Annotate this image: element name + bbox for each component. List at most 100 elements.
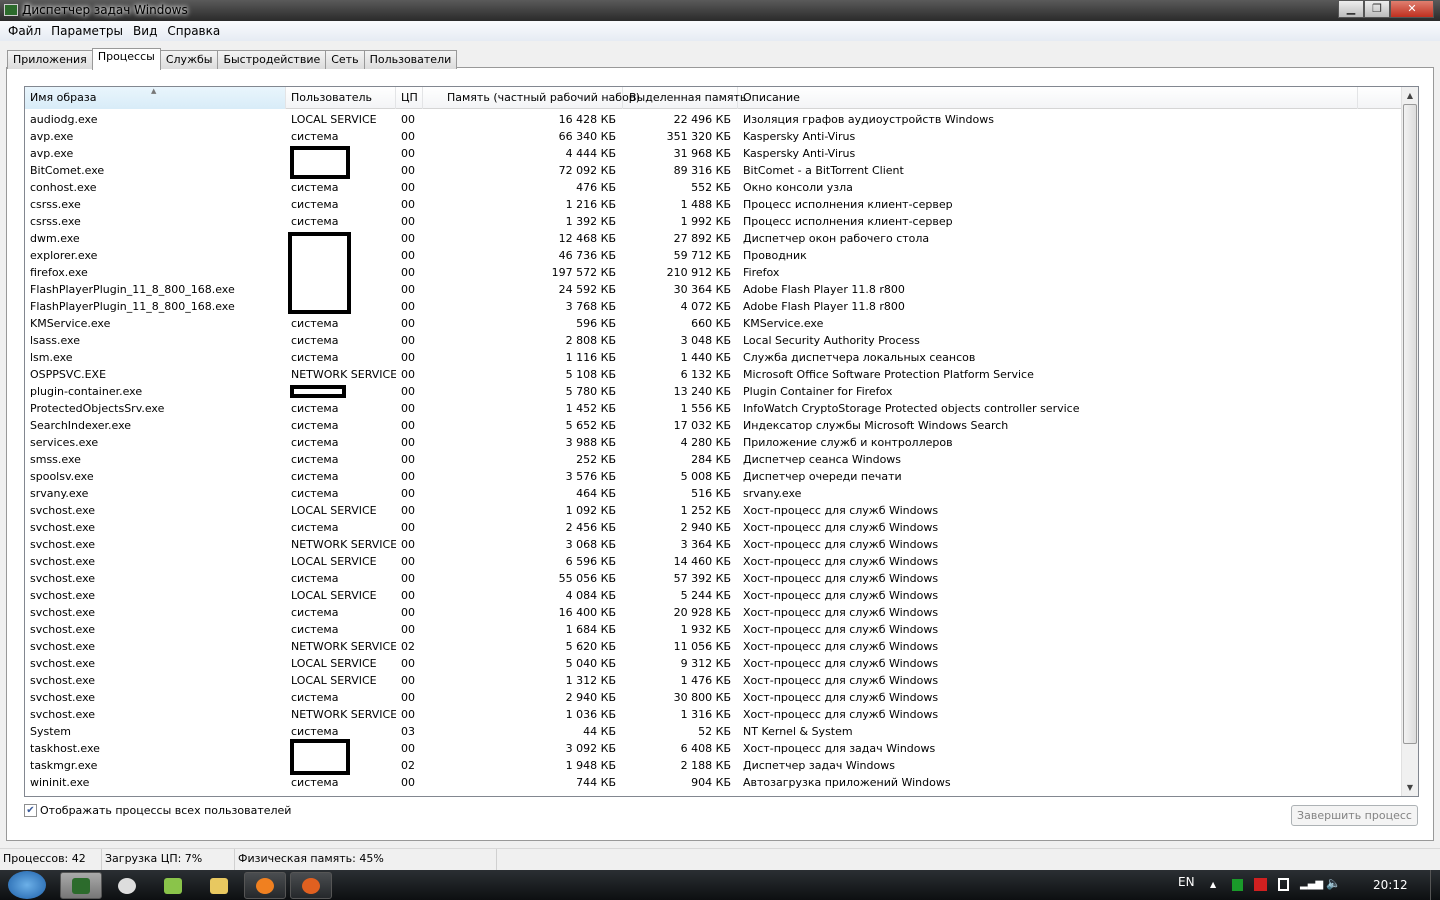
process-user: NETWORK SERVICE bbox=[291, 368, 396, 381]
taskbar-task-manager[interactable] bbox=[60, 872, 102, 899]
table-row[interactable]: svchost.exe система 00 1 684 КБ 1 932 КБ Хост… bbox=[25, 621, 1358, 638]
process-description: Проводник bbox=[743, 249, 807, 262]
show-hidden-icons[interactable]: ▲ bbox=[1210, 880, 1216, 889]
table-row[interactable]: svchost.exe LOCAL SERVICE 00 6 596 КБ 14 460… bbox=[25, 553, 1358, 570]
table-row[interactable]: KMService.exe система 00 596 КБ 660 КБ KMServ… bbox=[25, 315, 1358, 332]
table-row[interactable]: audiodg.exe LOCAL SERVICE 00 16 428 КБ 22 49… bbox=[25, 111, 1358, 128]
process-user: система bbox=[291, 436, 339, 449]
table-row[interactable]: plugin-container.exe 00 5 780 КБ 13 240 КБ P… bbox=[25, 383, 1358, 400]
maximize-button[interactable]: ❐ bbox=[1364, 0, 1390, 18]
table-row[interactable]: SearchIndexer.exe система 00 5 652 КБ 17 032… bbox=[25, 417, 1358, 434]
table-row[interactable]: lsass.exe система 00 2 808 КБ 3 048 КБ Local … bbox=[25, 332, 1358, 349]
table-row[interactable]: wininit.exe система 00 744 КБ 904 КБ Автозагр… bbox=[25, 774, 1358, 791]
table-row[interactable]: OSPPSVC.EXE NETWORK SERVICE 00 5 108 КБ 6 13… bbox=[25, 366, 1358, 383]
process-name: OSPPSVC.EXE bbox=[30, 368, 107, 381]
column-user[interactable]: Пользователь bbox=[286, 87, 396, 109]
table-row[interactable]: svchost.exe система 00 16 400 КБ 20 928 КБ Хо… bbox=[25, 604, 1358, 621]
table-row[interactable]: svchost.exe LOCAL SERVICE 00 1 312 КБ 1 476 … bbox=[25, 672, 1358, 689]
process-user: LOCAL SERVICE bbox=[291, 674, 377, 687]
table-row[interactable]: csrss.exe система 00 1 216 КБ 1 488 КБ Процес… bbox=[25, 196, 1358, 213]
process-description: Хост-процесс для задач Windows bbox=[743, 742, 936, 755]
table-row[interactable]: svchost.exe система 00 2 940 КБ 30 800 КБ Хос… bbox=[25, 689, 1358, 706]
table-row[interactable]: taskhost.exe 00 3 092 КБ 6 408 КБ Хост-проце… bbox=[25, 740, 1358, 757]
table-row[interactable]: svchost.exe система 00 2 456 КБ 2 940 КБ Хост… bbox=[25, 519, 1358, 536]
table-row[interactable]: svchost.exe NETWORK SERVICE 00 3 068 КБ 3 36… bbox=[25, 536, 1358, 553]
table-row[interactable]: lsm.exe система 00 1 116 КБ 1 440 КБ Служба д… bbox=[25, 349, 1358, 366]
table-row[interactable]: svchost.exe система 00 55 056 КБ 57 392 КБ Хо… bbox=[25, 570, 1358, 587]
language-indicator[interactable]: EN bbox=[1178, 875, 1195, 889]
tab-bar: Приложения Процессы Службы Быстродействи… bbox=[7, 48, 458, 70]
process-cpu: 00 bbox=[401, 249, 415, 262]
process-memory: 5 108 КБ bbox=[565, 368, 616, 381]
scroll-thumb[interactable] bbox=[1403, 104, 1417, 744]
start-button[interactable] bbox=[8, 871, 46, 899]
scroll-up-icon[interactable]: ▲ bbox=[1402, 87, 1418, 104]
table-row[interactable]: avp.exe система 00 66 340 КБ 351 320 КБ Kaspe… bbox=[25, 128, 1358, 145]
process-user: система bbox=[291, 181, 339, 194]
table-row[interactable]: srvany.exe система 00 464 КБ 516 КБ srvany.ex… bbox=[25, 485, 1358, 502]
table-row[interactable]: spoolsv.exe система 00 3 576 КБ 5 008 КБ Дисп… bbox=[25, 468, 1358, 485]
table-row[interactable]: avp.exe 00 4 444 КБ 31 968 КБ Kaspersky Anti… bbox=[25, 145, 1358, 162]
close-button[interactable]: ✕ bbox=[1390, 0, 1434, 18]
tab-networking[interactable]: Сеть bbox=[325, 50, 365, 69]
table-row[interactable]: conhost.exe система 00 476 КБ 552 КБ Окно кон… bbox=[25, 179, 1358, 196]
clock[interactable]: 20:12 bbox=[1373, 878, 1408, 892]
table-row[interactable]: ProtectedObjectsSrv.exe система 00 1 452 КБ… bbox=[25, 400, 1358, 417]
menu-view[interactable]: Вид bbox=[128, 21, 162, 41]
power-icon[interactable] bbox=[1278, 878, 1289, 891]
taskbar-bitcomet[interactable] bbox=[244, 872, 286, 899]
tab-performance[interactable]: Быстродействие bbox=[217, 50, 327, 69]
table-row[interactable]: dwm.exe 00 12 468 КБ 27 892 КБ Диспетчер око… bbox=[25, 230, 1358, 247]
table-row[interactable]: csrss.exe система 00 1 392 КБ 1 992 КБ Процес… bbox=[25, 213, 1358, 230]
table-row[interactable]: explorer.exe 00 46 736 КБ 59 712 КБ Проводни… bbox=[25, 247, 1358, 264]
kaspersky-icon[interactable] bbox=[1254, 878, 1267, 891]
tab-services[interactable]: Службы bbox=[159, 50, 219, 69]
taskbar-clock-app[interactable] bbox=[106, 872, 148, 899]
taskbar-network-app[interactable] bbox=[152, 872, 194, 899]
process-description: Kaspersky Anti-Virus bbox=[743, 130, 856, 143]
tab-processes[interactable]: Процессы bbox=[91, 48, 161, 70]
column-commit[interactable]: Выделенная память bbox=[623, 87, 746, 109]
volume-icon[interactable]: 🔈 bbox=[1326, 876, 1341, 890]
network-signal-icon[interactable]: ▂▄▆ bbox=[1300, 879, 1323, 890]
table-row[interactable]: svchost.exe LOCAL SERVICE 00 5 040 КБ 9 312 … bbox=[25, 655, 1358, 672]
table-row[interactable]: svchost.exe NETWORK SERVICE 02 5 620 КБ 11 0… bbox=[25, 638, 1358, 655]
menu-help[interactable]: Справка bbox=[162, 21, 225, 41]
table-row[interactable]: smss.exe система 00 252 КБ 284 КБ Диспетчер с… bbox=[25, 451, 1358, 468]
minimize-button[interactable]: ▁ bbox=[1338, 0, 1364, 18]
tab-applications[interactable]: Приложения bbox=[7, 50, 93, 69]
table-row[interactable]: svchost.exe LOCAL SERVICE 00 4 084 КБ 5 244 … bbox=[25, 587, 1358, 604]
column-memory[interactable]: Память (частный рабочий набор) bbox=[423, 87, 640, 109]
table-row[interactable]: services.exe система 00 3 988 КБ 4 280 КБ При… bbox=[25, 434, 1358, 451]
show-desktop-button[interactable] bbox=[1430, 870, 1440, 900]
tab-users[interactable]: Пользователи bbox=[363, 50, 458, 69]
column-header: ▲ Имя образа Пользователь ЦП Память (част… bbox=[25, 87, 1402, 109]
process-name: avp.exe bbox=[30, 147, 74, 160]
column-cpu[interactable]: ЦП bbox=[396, 87, 423, 109]
taskbar-firefox[interactable] bbox=[290, 872, 332, 899]
vertical-scrollbar[interactable]: ▲ ▼ bbox=[1401, 87, 1418, 796]
process-memory: 4 444 КБ bbox=[565, 147, 616, 160]
menu-file[interactable]: Файл bbox=[3, 21, 46, 41]
table-row[interactable]: FlashPlayerPlugin_11_8_800_168.exe 00 24 5… bbox=[25, 281, 1358, 298]
table-row[interactable]: taskmgr.exe 02 1 948 КБ 2 188 КБ Диспетчер з… bbox=[25, 757, 1358, 774]
table-row[interactable]: firefox.exe 00 197 572 КБ 210 912 КБ Firefox bbox=[25, 264, 1358, 281]
column-description[interactable]: Описание bbox=[738, 87, 1358, 109]
column-image-name[interactable]: ▲ Имя образа bbox=[25, 87, 286, 109]
table-row[interactable]: svchost.exe NETWORK SERVICE 00 1 036 КБ 1 31… bbox=[25, 706, 1358, 723]
status-process-count: Процессов: 42 bbox=[0, 849, 102, 870]
process-memory: 2 808 КБ bbox=[565, 334, 616, 347]
end-process-button[interactable]: Завершить процесс bbox=[1291, 805, 1418, 826]
taskbar-file-explorer[interactable] bbox=[198, 872, 240, 899]
process-commit: 3 048 КБ bbox=[680, 334, 731, 347]
table-row[interactable]: FlashPlayerPlugin_11_8_800_168.exe 00 3 76… bbox=[25, 298, 1358, 315]
process-cpu: 00 bbox=[401, 674, 415, 687]
show-all-users-checkbox[interactable]: ✔ Отображать процессы всех пользователей bbox=[24, 804, 291, 817]
checkmark-icon[interactable]: ✔ bbox=[24, 804, 37, 817]
scroll-down-icon[interactable]: ▼ bbox=[1402, 779, 1418, 796]
tray-app-icon[interactable] bbox=[1232, 879, 1243, 891]
menu-options[interactable]: Параметры bbox=[46, 21, 128, 41]
table-row[interactable]: BitComet.exe 00 72 092 КБ 89 316 КБ BitComet… bbox=[25, 162, 1358, 179]
table-row[interactable]: svchost.exe LOCAL SERVICE 00 1 092 КБ 1 252 … bbox=[25, 502, 1358, 519]
table-row[interactable]: System система 03 44 КБ 52 КБ NT Kernel & Sys… bbox=[25, 723, 1358, 740]
